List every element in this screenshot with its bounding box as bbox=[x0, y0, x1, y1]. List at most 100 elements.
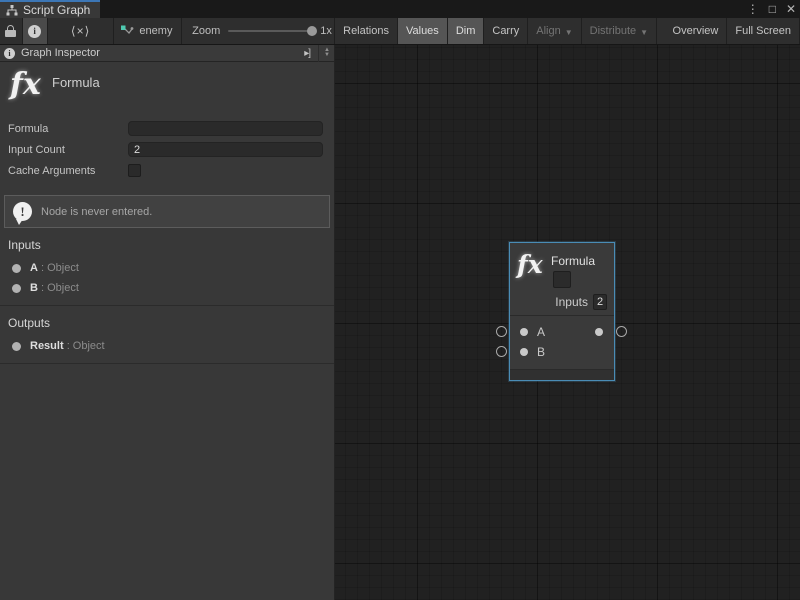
input-count-label: Input Count bbox=[8, 144, 128, 156]
window-controls: ⋮ □ ✕ bbox=[747, 0, 796, 18]
code-preview-button[interactable]: ⟨×⟩ bbox=[48, 18, 115, 44]
lock-icon bbox=[5, 25, 16, 37]
inspector-header: i Graph Inspector ▸] ▲ ▼ bbox=[0, 45, 334, 62]
graph-hierarchy-icon bbox=[6, 5, 18, 16]
input-port-a-icon[interactable] bbox=[520, 328, 528, 336]
node-title: Formula bbox=[551, 254, 595, 268]
warning-icon: ! bbox=[13, 202, 32, 221]
node-footer bbox=[510, 369, 614, 380]
close-icon[interactable]: ✕ bbox=[786, 0, 796, 18]
arrow-down-icon[interactable]: ▼ bbox=[324, 53, 330, 58]
input-count-input[interactable] bbox=[128, 142, 323, 157]
distribute-dropdown[interactable]: Distribute ▼ bbox=[582, 18, 657, 44]
carry-button[interactable]: Carry bbox=[484, 18, 528, 44]
node-inputs-label: Inputs bbox=[555, 295, 588, 309]
warning-text: Node is never entered. bbox=[41, 206, 152, 218]
input-row-b: B : Object bbox=[0, 278, 334, 298]
fx-icon: fx bbox=[10, 70, 52, 100]
cache-arguments-label: Cache Arguments bbox=[8, 165, 128, 177]
dim-button[interactable]: Dim bbox=[448, 18, 485, 44]
pane-scroll-arrows[interactable]: ▲ ▼ bbox=[318, 45, 330, 62]
carry-label: Carry bbox=[492, 25, 519, 37]
values-button[interactable]: Values bbox=[398, 18, 448, 44]
overview-label: Overview bbox=[673, 25, 719, 37]
chevron-down-icon: ▼ bbox=[640, 28, 648, 37]
selected-node-name: Formula bbox=[52, 70, 100, 90]
cache-arguments-field-row: Cache Arguments bbox=[0, 160, 334, 181]
formula-node[interactable]: fx Formula Inputs 2 A bbox=[509, 242, 615, 381]
port-name: B bbox=[30, 282, 38, 294]
formula-field-row: Formula bbox=[0, 118, 334, 139]
tab-strip: Script Graph ⋮ □ ✕ bbox=[0, 0, 800, 18]
content-area: i Graph Inspector ▸] ▲ ▼ fx Formula Form… bbox=[0, 45, 800, 600]
dim-label: Dim bbox=[456, 25, 476, 37]
distribute-label: Distribute bbox=[590, 25, 636, 37]
input-port-b-icon[interactable] bbox=[520, 348, 528, 356]
chevron-down-icon: ▼ bbox=[565, 28, 573, 37]
formula-input[interactable] bbox=[128, 121, 323, 136]
port-type: : Object bbox=[41, 282, 79, 294]
info-icon: i bbox=[4, 48, 15, 59]
toolbar-gap bbox=[657, 18, 664, 44]
inputs-heading: Inputs bbox=[0, 228, 334, 258]
node-port-row-a: A bbox=[510, 322, 614, 342]
graph-canvas[interactable]: fx Formula Inputs 2 A bbox=[335, 45, 800, 600]
lock-button[interactable] bbox=[0, 18, 23, 44]
output-row-result: Result : Object bbox=[0, 336, 334, 356]
external-input-socket-b[interactable] bbox=[496, 346, 507, 357]
input-count-field-row: Input Count bbox=[0, 139, 334, 160]
info-icon: i bbox=[28, 25, 41, 38]
section-divider bbox=[0, 363, 334, 364]
inspector-title: Graph Inspector bbox=[21, 47, 298, 59]
port-dot-icon bbox=[12, 264, 21, 273]
overview-button[interactable]: Overview bbox=[665, 18, 728, 44]
port-name: A bbox=[30, 262, 38, 274]
code-icon: ⟨×⟩ bbox=[71, 24, 90, 38]
formula-node-header[interactable]: fx Formula Inputs 2 bbox=[510, 243, 614, 316]
zoom-slider-handle[interactable] bbox=[307, 26, 317, 36]
graph-breadcrumb-icon bbox=[120, 24, 134, 39]
tab-label: Script Graph bbox=[23, 3, 90, 17]
breadcrumb-label: enemy bbox=[139, 25, 172, 37]
relations-label: Relations bbox=[343, 25, 389, 37]
node-inputs-count[interactable]: 2 bbox=[593, 294, 607, 310]
input-port-b-label: B bbox=[537, 345, 545, 359]
outputs-heading: Outputs bbox=[0, 306, 334, 336]
graph-toolbar: i ⟨×⟩ enemy Zoom 1x Relations bbox=[0, 18, 800, 45]
port-type: : Object bbox=[41, 262, 79, 274]
align-label: Align bbox=[536, 25, 560, 37]
input-port-a-label: A bbox=[537, 325, 545, 339]
cache-arguments-checkbox[interactable] bbox=[128, 164, 141, 177]
output-port-result-icon[interactable] bbox=[595, 328, 603, 336]
input-row-a: A : Object bbox=[0, 258, 334, 278]
port-type: : Object bbox=[67, 340, 105, 352]
graph-inspector-panel: i Graph Inspector ▸] ▲ ▼ fx Formula Form… bbox=[0, 45, 335, 600]
fx-icon: fx bbox=[517, 250, 543, 279]
full-screen-label: Full Screen bbox=[735, 25, 791, 37]
node-ports: A B bbox=[510, 316, 614, 369]
relations-button[interactable]: Relations bbox=[335, 18, 398, 44]
node-port-row-b: B bbox=[510, 342, 614, 362]
zoom-label: Zoom bbox=[192, 25, 220, 37]
node-inputs-row: Inputs 2 bbox=[555, 294, 607, 310]
full-screen-button[interactable]: Full Screen bbox=[727, 18, 800, 44]
values-label: Values bbox=[406, 25, 439, 37]
inspector-toggle-button[interactable]: i bbox=[23, 18, 48, 44]
node-title-block: fx Formula bbox=[0, 62, 334, 118]
tab-script-graph[interactable]: Script Graph bbox=[0, 0, 100, 18]
port-dot-icon bbox=[12, 284, 21, 293]
dock-panel-icon[interactable]: ▸] bbox=[304, 48, 310, 59]
align-dropdown[interactable]: Align ▼ bbox=[528, 18, 581, 44]
formula-field-label: Formula bbox=[8, 123, 128, 135]
zoom-control: Zoom 1x bbox=[182, 18, 335, 44]
port-name: Result bbox=[30, 340, 64, 352]
external-input-socket-a[interactable] bbox=[496, 326, 507, 337]
maximize-icon[interactable]: □ bbox=[769, 0, 776, 18]
port-dot-icon bbox=[12, 342, 21, 351]
window-menu-icon[interactable]: ⋮ bbox=[747, 0, 759, 18]
zoom-slider[interactable] bbox=[228, 30, 312, 32]
external-output-socket-result[interactable] bbox=[616, 326, 627, 337]
script-graph-window: Script Graph ⋮ □ ✕ i ⟨×⟩ enemy bbox=[0, 0, 800, 600]
node-formula-input[interactable] bbox=[553, 271, 571, 288]
breadcrumb[interactable]: enemy bbox=[114, 18, 182, 44]
